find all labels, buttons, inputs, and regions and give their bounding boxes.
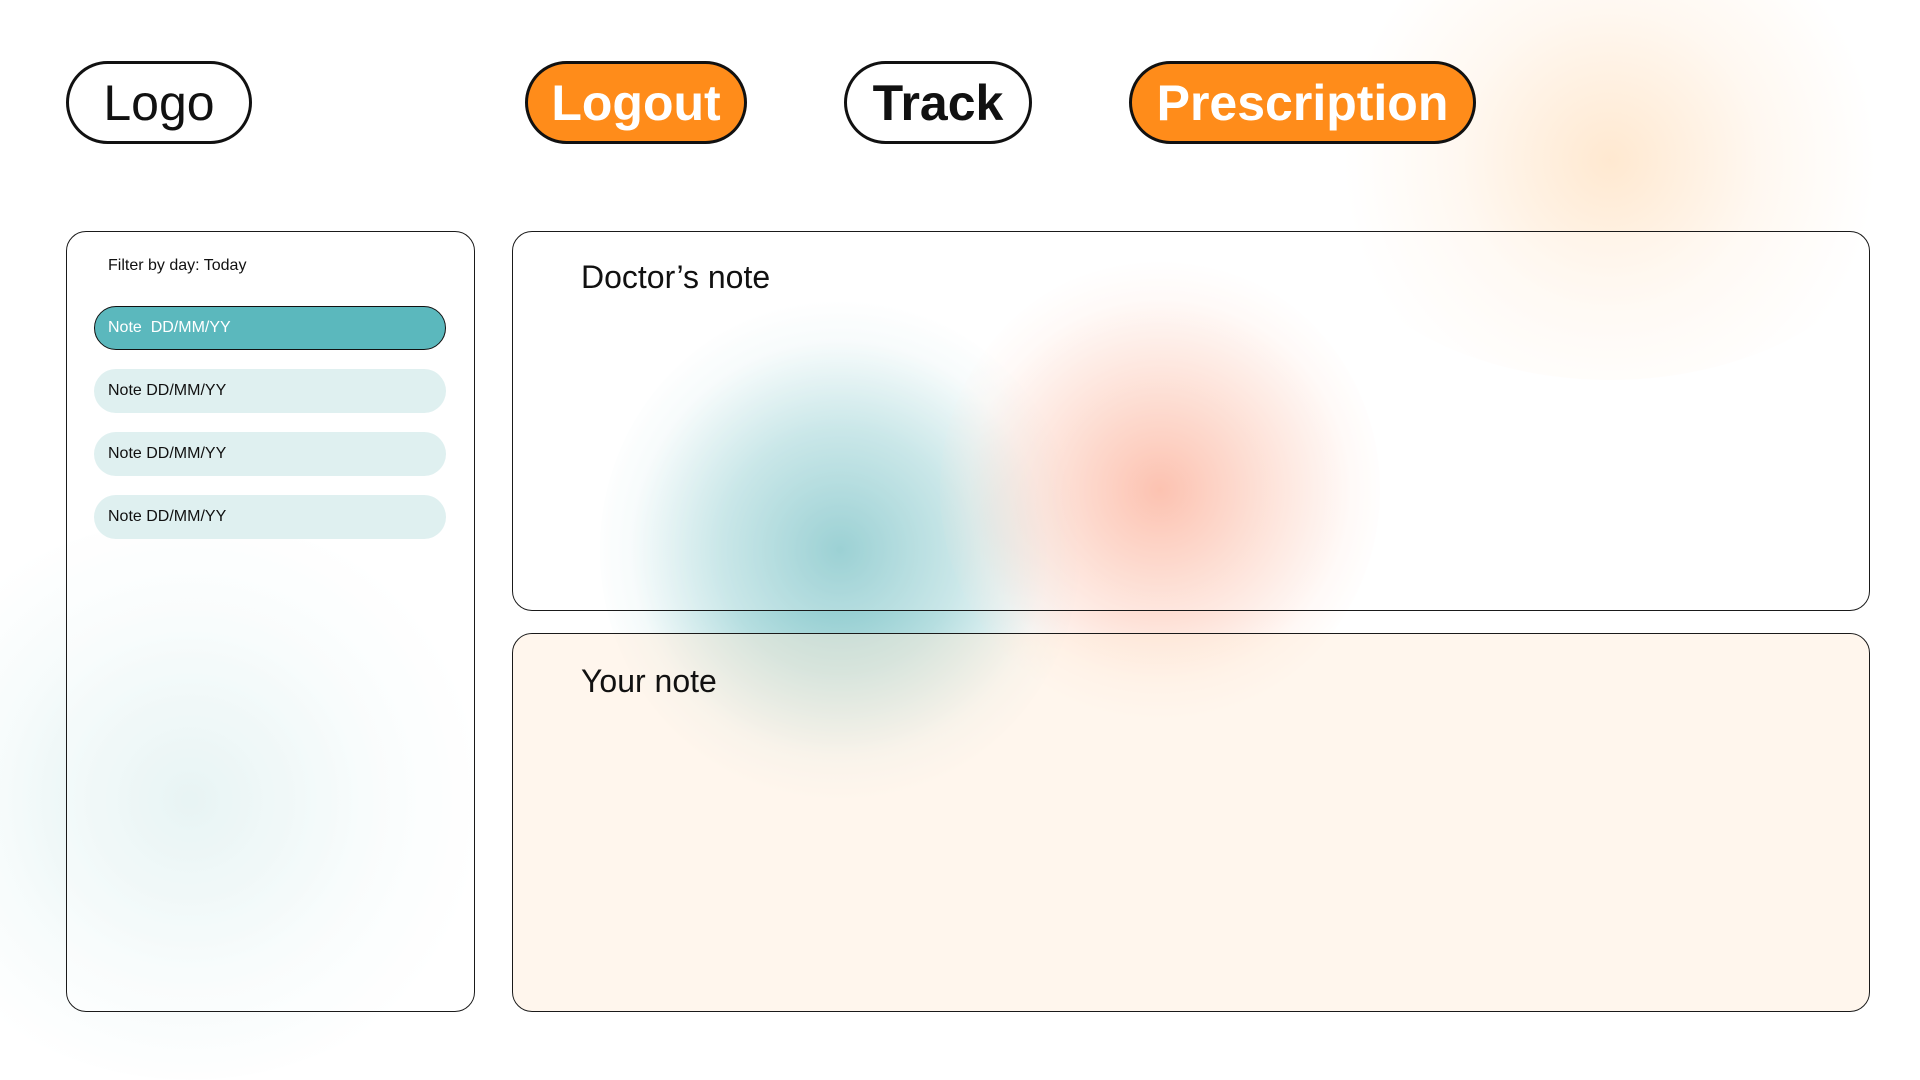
your-note-panel[interactable]: Your note (512, 633, 1870, 1012)
filter-by-day-label[interactable]: Filter by day: Today (108, 257, 246, 275)
note-item-label: Note DD/MM/YY (108, 445, 227, 462)
your-note-title: Your note (581, 663, 717, 699)
note-list-item[interactable]: Note DD/MM/YY (94, 306, 446, 350)
note-item-label: Note DD/MM/YY (108, 382, 227, 399)
app-page: Logo Logout Track Prescription Filter by… (0, 0, 1920, 1080)
note-list-item[interactable]: Note DD/MM/YY (94, 495, 446, 539)
notes-sidebar: Filter by day: Today Note DD/MM/YY Note … (66, 231, 475, 1012)
prescription-button[interactable]: Prescription (1129, 61, 1476, 144)
note-item-label: Note DD/MM/YY (108, 319, 231, 336)
doctor-note-body (581, 322, 1829, 580)
track-button[interactable]: Track (844, 61, 1032, 144)
doctor-note-title: Doctor’s note (581, 259, 771, 295)
note-list-item[interactable]: Note DD/MM/YY (94, 369, 446, 413)
logout-button[interactable]: Logout (525, 61, 747, 144)
your-note-input[interactable] (581, 724, 1829, 981)
logo[interactable]: Logo (66, 61, 252, 144)
note-list-item[interactable]: Note DD/MM/YY (94, 432, 446, 476)
note-item-label: Note DD/MM/YY (108, 508, 227, 525)
doctor-note-panel: Doctor’s note (512, 231, 1870, 611)
